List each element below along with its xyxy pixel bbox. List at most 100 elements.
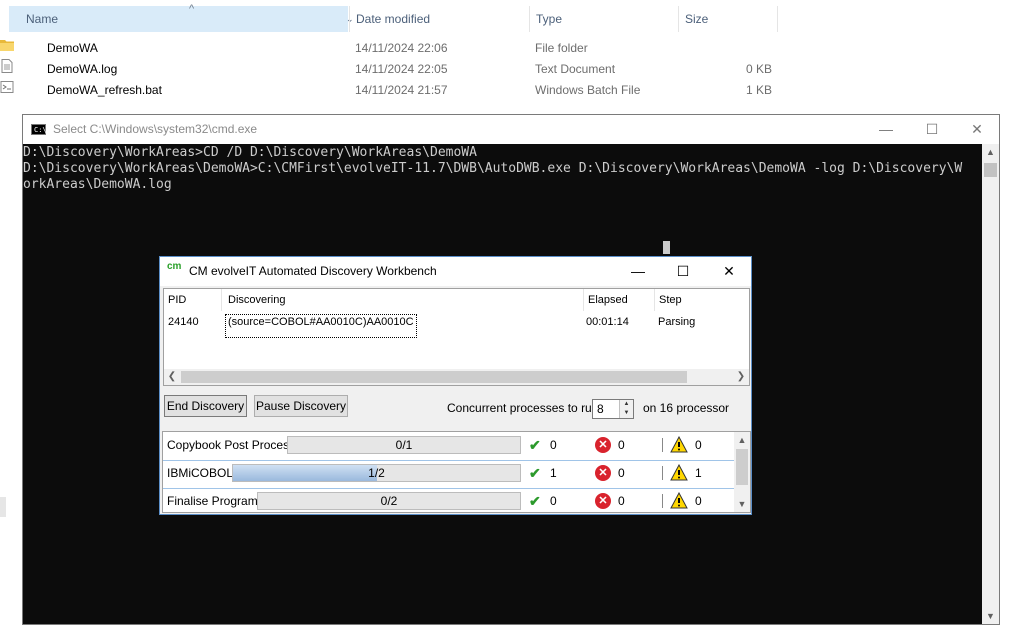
error-icon: ✕: [595, 465, 611, 481]
progress-bar: 0/1: [287, 436, 521, 454]
grid-cell-pid: 24140: [168, 316, 199, 328]
close-button[interactable]: ✕: [706, 257, 752, 286]
scrollbar-thumb[interactable]: [181, 371, 687, 383]
error-icon: ✕: [595, 437, 611, 453]
separator: [662, 494, 663, 508]
discovery-process-grid[interactable]: PID Discovering Elapsed Step 24140 (sour…: [163, 288, 750, 386]
console-cursor: [663, 241, 670, 254]
maximize-button[interactable]: ☐: [909, 115, 955, 144]
grid-cell-elapsed: 00:01:14: [586, 316, 629, 328]
cm-logo: cm​: [167, 261, 182, 272]
column-header-pid[interactable]: PID: [164, 289, 221, 311]
column-header-name[interactable]: Name ^ ⌄: [9, 3, 354, 32]
minimize-button[interactable]: —: [863, 115, 909, 144]
process-row: Finalise Programs 0/2 ✔ 0 ✕ 0 0: [163, 488, 736, 516]
file-name: DemoWA.log: [47, 62, 118, 76]
pause-discovery-button[interactable]: Pause Discovery: [254, 395, 348, 417]
success-count: 0: [550, 494, 557, 508]
progress-text: 0/1: [395, 438, 413, 452]
error-count: 0: [618, 466, 625, 480]
workbench-window-title: CM evolveIT Automated Discovery Workbenc…: [189, 264, 437, 278]
process-name: Finalise Programs: [167, 494, 264, 508]
processor-count-label: on 16 processor: [643, 401, 730, 415]
file-date: 14/11/2024 22:05: [355, 62, 448, 76]
success-count: 0: [550, 438, 557, 452]
column-header-date-modified[interactable]: Date modified: [349, 6, 527, 32]
discovery-workbench-window[interactable]: cm​ CM evolveIT Automated Discovery Work…: [159, 256, 752, 515]
column-header-discovering[interactable]: Discovering: [221, 289, 583, 311]
scrollbar-thumb[interactable]: [736, 449, 748, 485]
file-name: DemoWA: [47, 41, 98, 55]
scroll-left-arrow-icon[interactable]: ❮: [164, 369, 180, 385]
column-header-size[interactable]: Size: [678, 6, 778, 32]
console-scrollbar[interactable]: ▲ ▼: [982, 144, 999, 624]
process-name: Copybook Post Process: [167, 438, 296, 452]
error-count: 0: [618, 494, 625, 508]
process-status-list[interactable]: Copybook Post Process 0/1 ✔ 0 ✕ 0 0 IBMi…: [162, 431, 751, 513]
chevron-down-icon[interactable]: ▼: [620, 409, 633, 418]
chevron-up-icon[interactable]: ▲: [620, 400, 633, 409]
sort-ascending-icon: ^: [189, 3, 195, 15]
warning-count: 1: [695, 466, 702, 480]
success-check-icon: ✔: [529, 437, 541, 453]
error-icon: ✕: [595, 493, 611, 509]
file-name: DemoWA_refresh.bat: [47, 83, 162, 97]
concurrent-processes-label: Concurrent processes to run:: [447, 401, 602, 415]
progress-bar: 0/2: [257, 492, 521, 510]
column-header-row: Name ^ ⌄ Date modified Type Size: [0, 3, 780, 32]
file-row[interactable]: DemoWA.log 14/11/2024 22:05 Text Documen…: [0, 59, 780, 80]
progress-text: 0/2: [380, 494, 398, 508]
scroll-right-arrow-icon[interactable]: ❯: [733, 369, 749, 385]
scroll-down-arrow-icon[interactable]: ▼: [982, 608, 999, 624]
workbench-title-bar[interactable]: cm​ CM evolveIT Automated Discovery Work…: [160, 257, 751, 286]
cmd-app-icon: C:\: [31, 124, 47, 135]
minimize-button[interactable]: —: [615, 257, 661, 286]
scroll-down-arrow-icon[interactable]: ▼: [734, 496, 750, 512]
console-line: orkAreas\DemoWA.log: [23, 177, 172, 192]
progress-text: 1/2: [368, 466, 385, 480]
end-discovery-button[interactable]: End Discovery: [164, 395, 247, 417]
process-list-scrollbar[interactable]: ▲ ▼: [734, 432, 750, 512]
scroll-up-arrow-icon[interactable]: ▲: [734, 432, 750, 448]
column-header-type[interactable]: Type: [529, 6, 677, 32]
success-check-icon: ✔: [529, 465, 541, 481]
file-date: 14/11/2024 22:06: [355, 41, 448, 55]
grid-cell-discovering[interactable]: (source=COBOL#AA0010C)AA0010C: [225, 314, 417, 338]
cmd-title-bar[interactable]: C:\ Select C:\Windows\system32\cmd.exe —…: [23, 115, 999, 144]
warning-icon: [670, 492, 688, 509]
concurrent-processes-stepper[interactable]: 8 ▲ ▼: [592, 399, 634, 419]
column-header-elapsed[interactable]: Elapsed: [583, 289, 654, 311]
warning-icon: [670, 464, 688, 481]
file-row[interactable]: DemoWA 14/11/2024 22:06 File folder: [0, 38, 780, 59]
separator: [662, 466, 663, 480]
warning-count: 0: [695, 438, 702, 452]
batch-file-icon: [0, 81, 14, 93]
stepper-buttons[interactable]: ▲ ▼: [619, 400, 633, 418]
error-count: 0: [618, 438, 625, 452]
file-type: Text Document: [535, 62, 616, 76]
column-header-step[interactable]: Step: [654, 289, 749, 311]
console-line: D:\Discovery\WorkAreas>CD /D D:\Discover…: [23, 145, 477, 160]
column-name-label: Name: [26, 12, 59, 26]
file-size: 1 KB: [745, 83, 772, 97]
navigation-pane-edge: [0, 497, 6, 517]
warning-count: 0: [695, 494, 702, 508]
text-file-icon: [1, 59, 13, 73]
success-check-icon: ✔: [529, 493, 541, 509]
progress-bar: 1/2: [232, 464, 521, 482]
cmd-window-title: Select C:\Windows\system32\cmd.exe: [53, 122, 258, 136]
process-name: IBMiCOBOL: [167, 466, 234, 480]
grid-horizontal-scrollbar[interactable]: ❮ ❯: [164, 369, 749, 385]
file-date: 14/11/2024 21:57: [355, 83, 448, 97]
maximize-button[interactable]: ☐: [660, 257, 706, 286]
file-size: 0 KB: [745, 62, 772, 76]
scrollbar-thumb[interactable]: [984, 163, 997, 177]
process-row: Copybook Post Process 0/1 ✔ 0 ✕ 0 0: [163, 432, 736, 461]
close-button[interactable]: ✕: [954, 115, 1000, 144]
process-row: IBMiCOBOL 1/2 ✔ 1 ✕ 0 1: [163, 460, 736, 489]
scroll-up-arrow-icon[interactable]: ▲: [982, 144, 999, 160]
concurrent-processes-value[interactable]: 8: [597, 401, 604, 417]
file-row[interactable]: DemoWA_refresh.bat 14/11/2024 21:57 Wind…: [0, 80, 780, 101]
console-output[interactable]: D:\Discovery\WorkAreas>CD /D D:\Discover…: [23, 145, 983, 193]
success-count: 1: [550, 466, 557, 480]
